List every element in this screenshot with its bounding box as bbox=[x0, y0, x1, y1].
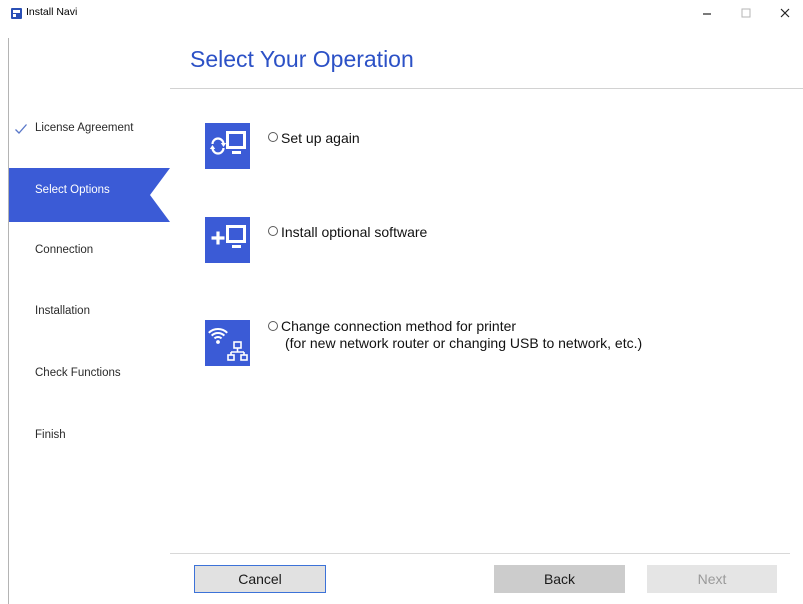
maximize-icon bbox=[741, 8, 751, 18]
sidebar-item-select-options: Select Options bbox=[35, 184, 110, 196]
minimize-icon bbox=[703, 13, 711, 15]
back-button[interactable]: Back bbox=[494, 565, 625, 593]
sidebar-item-connection: Connection bbox=[35, 244, 94, 256]
maximize-button[interactable] bbox=[740, 7, 752, 19]
page-title: Select Your Operation bbox=[190, 46, 414, 72]
change-connection-method-radio[interactable] bbox=[268, 321, 278, 331]
install-software-icon bbox=[205, 217, 250, 263]
sidebar-item-finish: Finish bbox=[35, 429, 66, 441]
option-install-optional-software[interactable]: Install optional software bbox=[205, 217, 765, 263]
sidebar: License Agreement Select Options Connect… bbox=[0, 26, 170, 604]
install-optional-software-label[interactable]: Install optional software bbox=[281, 224, 427, 241]
title-divider bbox=[170, 88, 803, 89]
set-up-again-label[interactable]: Set up again bbox=[281, 130, 360, 147]
title-bar: Install Navi bbox=[0, 0, 803, 26]
window-title: Install Navi bbox=[26, 6, 78, 18]
change-connection-icon bbox=[205, 320, 250, 366]
checkmark-icon bbox=[14, 122, 28, 136]
sidebar-item-check-functions: Check Functions bbox=[35, 367, 121, 379]
close-button[interactable] bbox=[779, 7, 791, 19]
minimize-button[interactable] bbox=[701, 7, 713, 19]
install-optional-software-radio[interactable] bbox=[268, 226, 278, 236]
setup-again-icon bbox=[205, 123, 250, 169]
option-change-connection-method[interactable]: Change connection method for printer (fo… bbox=[205, 318, 765, 366]
change-connection-method-label[interactable]: Change connection method for printer bbox=[281, 318, 516, 335]
next-button[interactable]: Next bbox=[647, 565, 777, 593]
close-icon bbox=[780, 8, 790, 18]
change-connection-method-note[interactable]: (for new network router or changing USB … bbox=[285, 335, 642, 352]
option-set-up-again[interactable]: Set up again bbox=[205, 123, 765, 169]
footer-divider bbox=[170, 553, 790, 554]
sidebar-item-installation: Installation bbox=[35, 305, 90, 317]
cancel-button[interactable]: Cancel bbox=[194, 565, 326, 593]
set-up-again-radio[interactable] bbox=[268, 132, 278, 142]
sidebar-item-license-agreement: License Agreement bbox=[35, 122, 134, 134]
app-icon bbox=[11, 6, 22, 19]
